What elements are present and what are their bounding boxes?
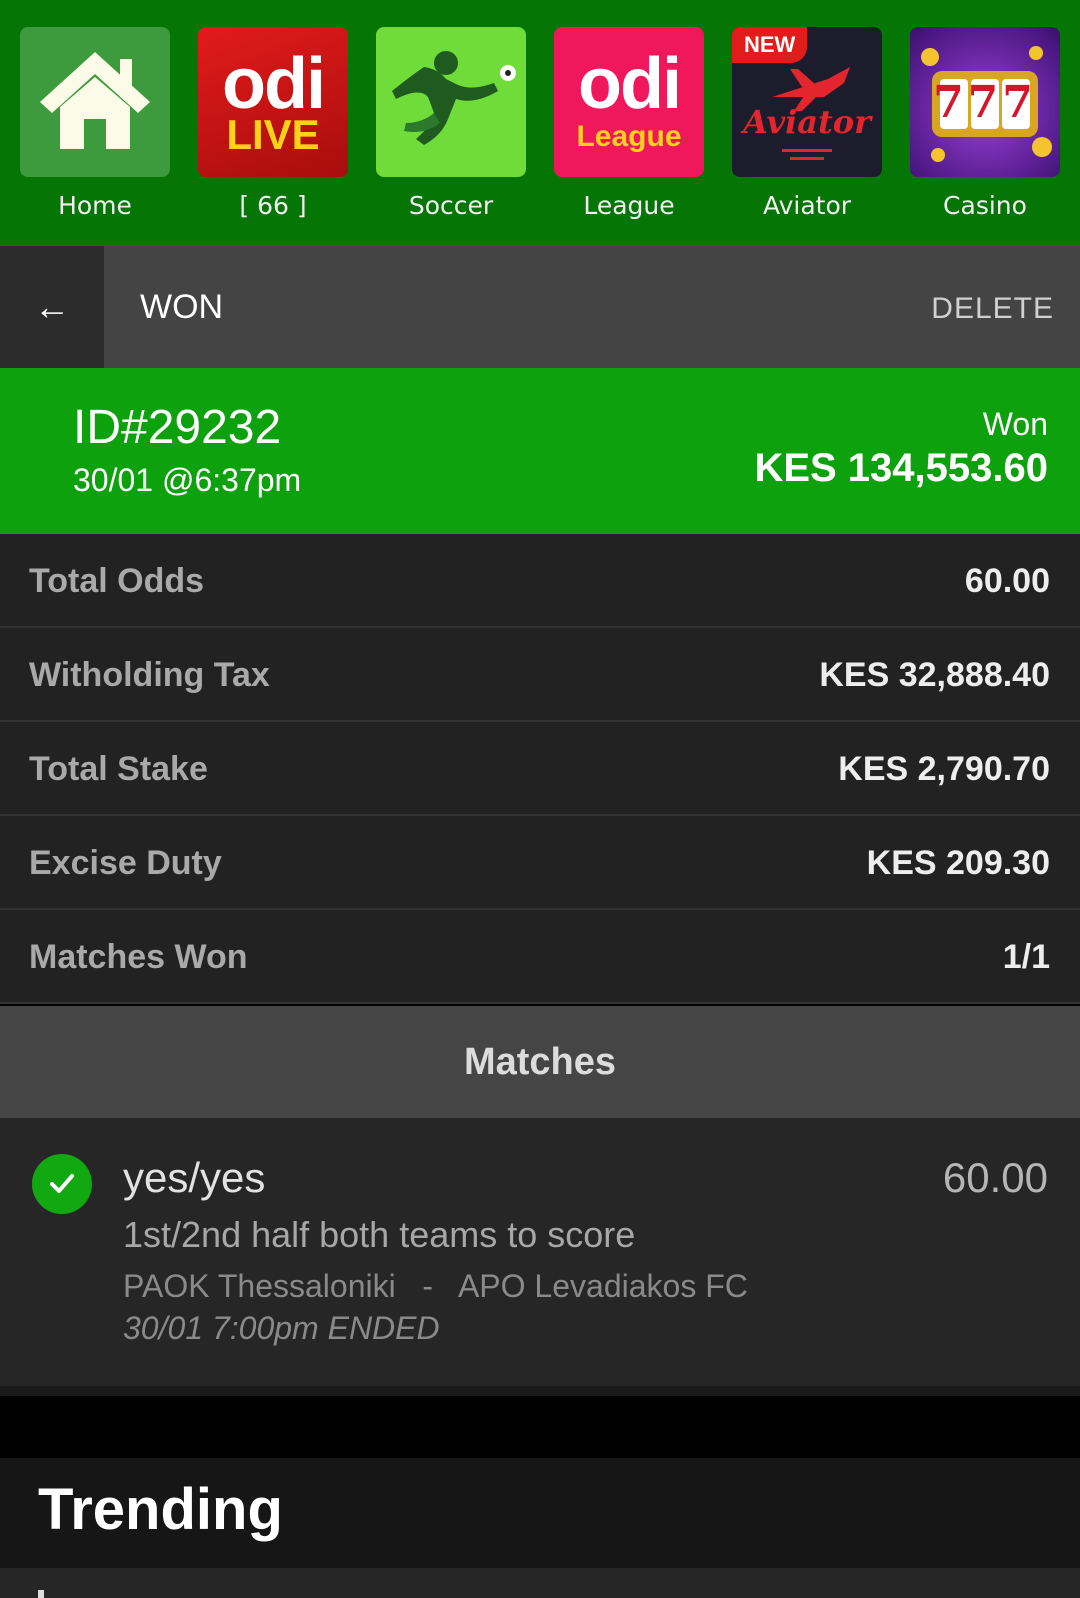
- summary-label: Total Odds: [29, 562, 205, 600]
- summary-label: Total Stake: [29, 750, 208, 788]
- summary-row-total-odds: Total Odds 60.00: [0, 534, 1080, 628]
- nav-item-aviator[interactable]: NEW Aviator Aviator: [732, 27, 882, 220]
- odi-league-logo: odi League: [554, 27, 704, 177]
- trending-list-start: [0, 1568, 1080, 1598]
- back-button[interactable]: ←: [0, 246, 104, 368]
- bet-id: ID#29232: [73, 401, 282, 454]
- summary-label: Witholding Tax: [29, 656, 270, 694]
- trending-section: Trending: [0, 1458, 1080, 1568]
- bet-status-banner: ID#29232 30/01 @6:37pm Won KES 134,553.6…: [0, 368, 1080, 534]
- section-divider: [0, 1386, 1080, 1396]
- matches-section-title: Matches: [0, 1006, 1080, 1118]
- nav-label-aviator: Aviator: [762, 191, 852, 220]
- home-icon: [20, 27, 170, 177]
- summary-row-excise-duty: Excise Duty KES 209.30: [0, 816, 1080, 910]
- summary-label: Excise Duty: [29, 844, 222, 882]
- bet-header-bar: ← WON DELETE: [0, 246, 1080, 368]
- odi-league-logo-sub: League: [576, 120, 682, 153]
- bet-date: 30/01 @6:37pm: [73, 462, 302, 498]
- trending-title: Trending: [38, 1477, 283, 1542]
- match-market: 1st/2nd half both teams to score: [123, 1214, 636, 1255]
- summary-value: 60.00: [964, 562, 1050, 600]
- top-nav: Home odi LIVE [ 66 ] Soccer odi League L…: [0, 0, 1080, 246]
- summary-value: 1/1: [1002, 938, 1050, 976]
- aviator-logo-text: Aviator: [743, 103, 871, 141]
- soccer-player-icon: [376, 27, 526, 177]
- match-time: 30/01 7:00pm ENDED: [123, 1310, 440, 1346]
- summary-row-total-stake: Total Stake KES 2,790.70: [0, 722, 1080, 816]
- new-badge: NEW: [732, 27, 808, 63]
- nav-item-casino[interactable]: 777 Casino: [910, 27, 1060, 220]
- bet-payout: KES 134,553.60: [754, 446, 1048, 490]
- summary-value: KES 32,888.40: [819, 656, 1050, 694]
- match-pick: yes/yes: [123, 1154, 266, 1201]
- delete-button[interactable]: DELETE: [931, 246, 1054, 372]
- odi-league-logo-text: odi: [578, 44, 682, 124]
- bet-summary: Total Odds 60.00 Witholding Tax KES 32,8…: [0, 534, 1080, 1004]
- nav-label-casino: Casino: [943, 191, 1027, 220]
- odi-live-logo: odi LIVE: [198, 27, 348, 177]
- slot-machine-sevens: 777: [933, 77, 1037, 128]
- nav-item-live[interactable]: odi LIVE [ 66 ]: [198, 27, 348, 220]
- summary-label: Matches Won: [29, 938, 248, 976]
- summary-value: KES 209.30: [866, 844, 1050, 882]
- bet-status: Won: [982, 406, 1048, 442]
- back-arrow-icon: ←: [34, 286, 70, 327]
- summary-row-withholding-tax: Witholding Tax KES 32,888.40: [0, 628, 1080, 722]
- nav-label-live: [ 66 ]: [239, 191, 307, 220]
- odi-live-logo-text: odi: [222, 44, 326, 124]
- nav-item-soccer[interactable]: Soccer: [376, 27, 526, 220]
- aviator-logo: NEW Aviator: [732, 27, 882, 177]
- match-odds: 60.00: [942, 1154, 1048, 1201]
- slot-machine-icon: 777: [910, 27, 1060, 177]
- odi-live-logo-sub: LIVE: [226, 111, 320, 158]
- nav-item-home[interactable]: Home: [20, 27, 170, 220]
- check-icon: [32, 1154, 92, 1214]
- nav-label-home: Home: [58, 191, 132, 220]
- match-teams: PAOK Thessaloniki - APO Levadiakos FC: [123, 1268, 748, 1304]
- page-title: WON: [140, 288, 224, 326]
- summary-value: KES 2,790.70: [838, 750, 1050, 788]
- trending-item-edge: [38, 1590, 44, 1598]
- nav-item-league[interactable]: odi League League: [554, 27, 704, 220]
- summary-row-matches-won: Matches Won 1/1: [0, 910, 1080, 1004]
- nav-label-soccer: Soccer: [408, 191, 494, 220]
- nav-label-league: League: [583, 191, 675, 220]
- match-list-item[interactable]: yes/yes 60.00 1st/2nd half both teams to…: [0, 1118, 1080, 1386]
